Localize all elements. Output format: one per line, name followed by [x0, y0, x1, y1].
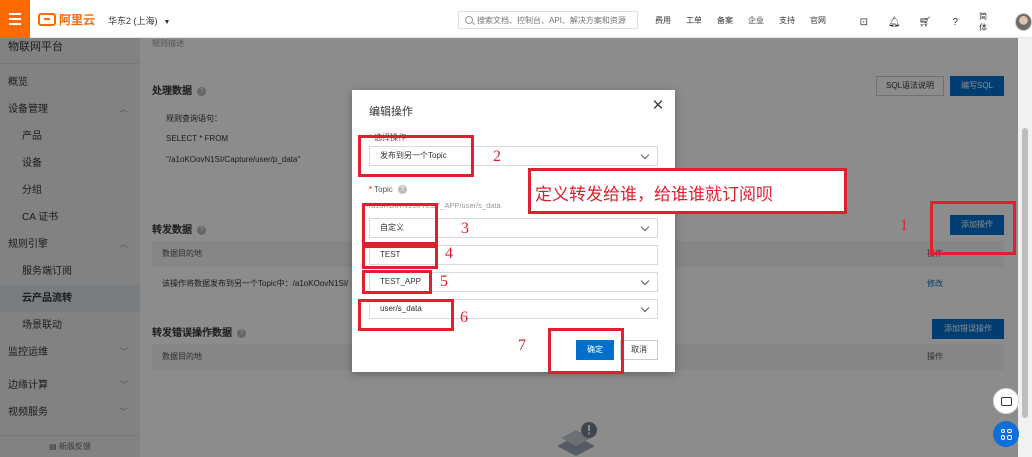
cancel-button[interactable]: 取消 [620, 340, 658, 360]
close-icon[interactable]: ✕ [651, 98, 665, 113]
modal-title: 编辑操作 [369, 106, 413, 118]
nav-link-enterprise[interactable]: 企业 [748, 15, 764, 26]
search-input[interactable] [477, 15, 637, 25]
annotation-number-7: 7 [518, 337, 526, 354]
cart-icon[interactable]: 🛒︎ [918, 15, 932, 29]
annotation-box-2 [358, 135, 474, 177]
nav-link-support[interactable]: 支持 [779, 15, 795, 26]
aliyun-logo[interactable]: 阿里云 [38, 11, 95, 28]
avatar[interactable] [1014, 13, 1032, 31]
apps-grid-icon [1000, 428, 1012, 440]
nav-link-beian[interactable]: 备案 [717, 15, 733, 26]
annotation-number-4: 4 [445, 245, 453, 262]
annotation-number-6: 6 [460, 309, 468, 326]
search-box[interactable] [458, 11, 638, 29]
chevron-down-icon [641, 300, 649, 318]
nav-link-tickets[interactable]: 工单 [686, 15, 702, 26]
menu-icon[interactable] [0, 0, 30, 38]
terminal-icon[interactable]: ⊡ [857, 15, 871, 29]
annotation-box-7 [548, 328, 624, 374]
caret-down-icon: ▼ [163, 19, 171, 26]
help-circle-icon: ? [397, 185, 407, 195]
message-icon [1000, 396, 1012, 406]
message-button[interactable] [993, 388, 1019, 414]
apps-button[interactable] [993, 421, 1019, 447]
annotation-number-2: 2 [493, 148, 501, 165]
bell-icon[interactable]: 🔔︎ [888, 15, 902, 29]
annotation-box-4 [362, 245, 438, 269]
nav-link-website[interactable]: 官网 [810, 15, 826, 26]
annotation-box-1 [930, 201, 1016, 255]
top-navbar: 阿里云 华东2 (上海)▼ 费用 工单 备案 企业 支持 官网 ⊡ 🔔︎ 🛒︎ … [0, 0, 1032, 38]
annotation-box-6 [358, 299, 454, 331]
logo-mark-icon [38, 13, 56, 26]
annotation-box-5 [362, 270, 432, 294]
annotation-number-5: 5 [440, 273, 448, 290]
chevron-down-icon [641, 147, 649, 165]
search-icon [465, 16, 473, 24]
scrollbar-thumb[interactable] [1022, 128, 1028, 418]
chevron-down-icon [641, 219, 649, 237]
top-icon-group: ⊡ 🔔︎ 🛒︎ ? 简体 [857, 11, 1032, 33]
top-nav-links: 费用 工单 备案 企业 支持 官网 [655, 15, 841, 26]
annotation-number-3: 3 [461, 220, 469, 237]
scrollbar[interactable] [1018, 38, 1032, 457]
help-icon[interactable]: ? [949, 15, 963, 29]
annotation-box-3 [362, 203, 438, 245]
annotation-note: 定义转发给谁，给谁谁就订阅呗 [535, 185, 773, 205]
annotation-number-1: 1 [900, 217, 908, 234]
region-selector[interactable]: 华东2 (上海) ▼ [108, 14, 170, 27]
topic-label: * Topic? [369, 185, 407, 195]
chevron-down-icon [641, 273, 649, 291]
nav-link-fees[interactable]: 费用 [655, 15, 671, 26]
language-switch[interactable]: 简体 [979, 11, 994, 33]
